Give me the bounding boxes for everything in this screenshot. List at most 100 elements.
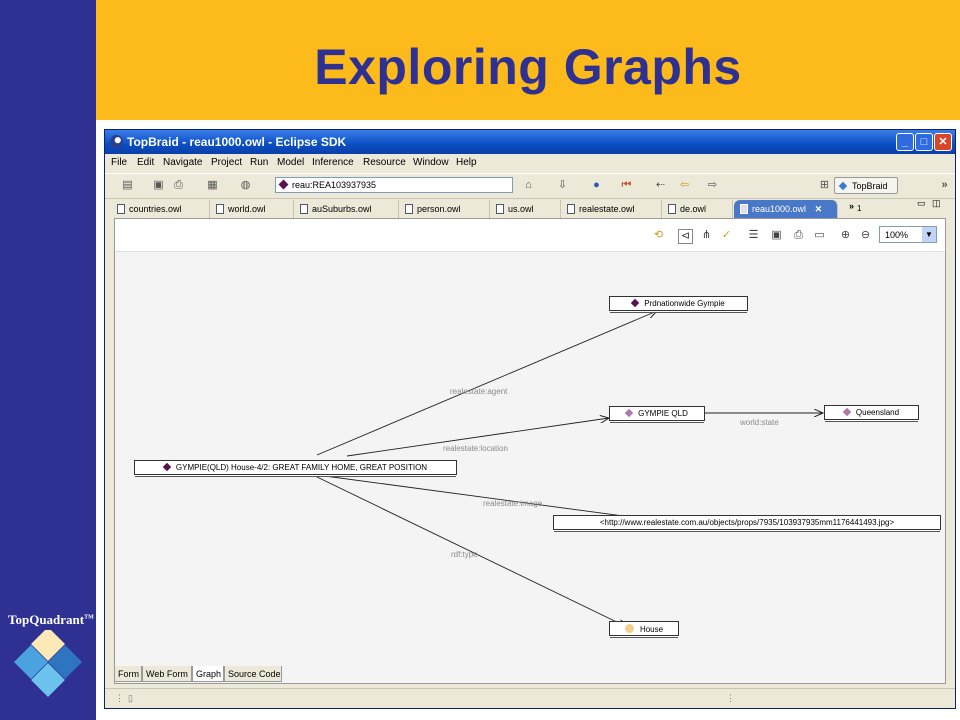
edge-label-location: realestate:location: [443, 444, 508, 453]
address-value: reau:REA103937935: [292, 180, 377, 190]
tab-label: world.owl: [228, 204, 266, 214]
list-icon[interactable]: ☰: [747, 229, 760, 242]
maximize-button[interactable]: □: [915, 133, 933, 151]
logo-wordmark: TopQuadrant: [8, 612, 85, 627]
back-arrow-icon[interactable]: ⇦: [678, 179, 691, 192]
menu-run[interactable]: Run: [250, 157, 268, 168]
class-circle-icon: [624, 624, 634, 633]
close-button[interactable]: ✕: [934, 133, 952, 151]
graph-edges: [314, 251, 945, 659]
tab-reau1000[interactable]: reau1000.owl ✕: [734, 200, 838, 218]
save-image-icon[interactable]: ▣: [770, 229, 783, 242]
menu-window[interactable]: Window: [413, 157, 449, 168]
owl-file-icon: [496, 204, 504, 214]
edge-label-type: rdf:type: [451, 550, 478, 559]
zoom-out-icon[interactable]: ⊖: [859, 229, 872, 242]
step-back-icon[interactable]: ⏮: [620, 179, 633, 192]
page-setup-icon[interactable]: ▭: [813, 229, 826, 242]
zoom-in-icon[interactable]: ⊕: [839, 229, 852, 242]
node-label: House: [639, 625, 664, 634]
graph-node-root[interactable]: GYMPIE(QLD) House-4/2: GREAT FAMILY HOME…: [134, 460, 457, 475]
owl-file-icon: [405, 204, 413, 214]
print-icon[interactable]: ⎙: [172, 179, 185, 192]
owl-file-icon: [567, 204, 575, 214]
resource-diamond-icon: [842, 407, 852, 417]
document-icon[interactable]: ▦: [206, 179, 219, 192]
graph-node-state[interactable]: Queensland: [824, 405, 919, 420]
open-perspective-icon[interactable]: ⊞: [818, 179, 831, 192]
tab-us[interactable]: us.owl: [490, 200, 561, 218]
graph-node-image[interactable]: <http://www.realestate.com.au/objects/pr…: [553, 515, 941, 530]
node-label: GYMPIE QLD: [638, 409, 688, 418]
owl-file-icon: [216, 204, 224, 214]
tab-de[interactable]: de.owl: [662, 200, 733, 218]
menu-edit[interactable]: Edit: [137, 157, 154, 168]
menu-resource[interactable]: Resource: [363, 157, 406, 168]
graph-toolbar: ⟲ ⊲ ⋔ ✓ ☰ ▣ ⎙ ▭ ⊕ ⊖ 100% ▼: [115, 219, 945, 252]
home-icon[interactable]: ⌂: [522, 179, 535, 192]
refresh-graph-icon[interactable]: ⟲: [652, 229, 665, 242]
graph-node-type[interactable]: House: [609, 621, 679, 636]
forward-arrow-icon[interactable]: ⇨: [706, 179, 719, 192]
tree-layout-icon[interactable]: ⊲: [678, 229, 693, 244]
save-icon[interactable]: ▣: [152, 179, 165, 192]
menu-project[interactable]: Project: [211, 157, 242, 168]
new-icon[interactable]: ▤: [121, 179, 134, 192]
back-history-icon[interactable]: ⇠: [654, 179, 667, 192]
globe-icon[interactable]: ◍: [239, 179, 252, 192]
eclipse-icon: [110, 135, 123, 148]
resource-diamond-icon: [624, 408, 634, 418]
tab-label: auSuburbs.owl: [312, 204, 372, 214]
close-tab-icon[interactable]: ✕: [815, 204, 823, 214]
toolbar-overflow-icon[interactable]: »: [938, 179, 951, 192]
tab-realestate[interactable]: realestate.owl: [561, 200, 662, 218]
edge-label-agent: realestate:agent: [450, 387, 508, 396]
zoom-value: 100%: [885, 230, 909, 240]
edge-label-state: world:state: [740, 418, 779, 427]
tab-form[interactable]: Form: [114, 666, 142, 682]
minimize-editor-icon[interactable]: ▭: [917, 198, 926, 209]
owl-file-icon: [300, 204, 308, 214]
print-graph-icon[interactable]: ⎙: [792, 229, 805, 242]
instance-diamond-icon: [162, 462, 172, 472]
topbraid-icon: [838, 181, 848, 191]
tab-person[interactable]: person.owl: [399, 200, 490, 218]
run-icon[interactable]: ●: [590, 179, 603, 192]
zoom-select[interactable]: 100% ▼: [879, 226, 937, 243]
window-title: TopBraid - reau1000.owl - Eclipse SDK: [127, 135, 347, 149]
menu-inference[interactable]: Inference: [312, 157, 354, 168]
owl-file-icon: [117, 204, 125, 214]
status-grip-icon: ⋮: [115, 693, 124, 703]
tab-source-code[interactable]: Source Code: [224, 666, 282, 682]
minimize-button[interactable]: _: [896, 133, 914, 151]
edge-image: [324, 475, 653, 520]
tab-graph[interactable]: Graph: [192, 666, 224, 682]
fast-view-icon[interactable]: ▯: [128, 693, 133, 704]
resource-address-field[interactable]: reau:REA103937935: [275, 177, 513, 193]
menu-help[interactable]: Help: [456, 157, 477, 168]
graph-editor: ⟲ ⊲ ⋔ ✓ ☰ ▣ ⎙ ▭ ⊕ ⊖ 100% ▼ realestate:ag…: [114, 218, 946, 684]
tab-countries[interactable]: countries.owl: [111, 200, 210, 218]
tab-world[interactable]: world.owl: [210, 200, 294, 218]
menu-file[interactable]: File: [111, 157, 127, 168]
menu-bar: File Edit Navigate Project Run Model Inf…: [105, 154, 955, 172]
maximize-editor-icon[interactable]: ◫: [932, 198, 941, 209]
company-logo-icon: [14, 630, 82, 697]
window-titlebar[interactable]: TopBraid - reau1000.owl - Eclipse SDK _ …: [105, 130, 955, 154]
menu-model[interactable]: Model: [277, 157, 304, 168]
graph-node-agent[interactable]: Prdnationwide Gympie: [609, 296, 748, 311]
tabs-overflow-icon[interactable]: »: [849, 201, 854, 211]
graph-node-location[interactable]: GYMPIE QLD: [609, 406, 705, 421]
node-label: Prdnationwide Gympie: [644, 299, 725, 308]
hierarchy-layout-icon[interactable]: ⋔: [700, 229, 713, 242]
tab-label: countries.owl: [129, 204, 182, 214]
menu-navigate[interactable]: Navigate: [163, 157, 202, 168]
import-icon[interactable]: ⇩: [556, 179, 569, 192]
edge-label-image: realestate:image: [483, 499, 543, 508]
link-icon[interactable]: ✓: [720, 229, 733, 242]
tab-web-form[interactable]: Web Form: [142, 666, 192, 682]
main-toolbar: ▤ ▣ ⎙ ▦ ◍ reau:REA103937935 ⌂ ⇩ ● ⏮ ⇠ ⇦ …: [105, 173, 955, 199]
slide-title: Exploring Graphs: [314, 39, 742, 95]
topbraid-perspective-button[interactable]: TopBraid: [834, 177, 898, 194]
tab-ausuburbs[interactable]: auSuburbs.owl: [294, 200, 399, 218]
